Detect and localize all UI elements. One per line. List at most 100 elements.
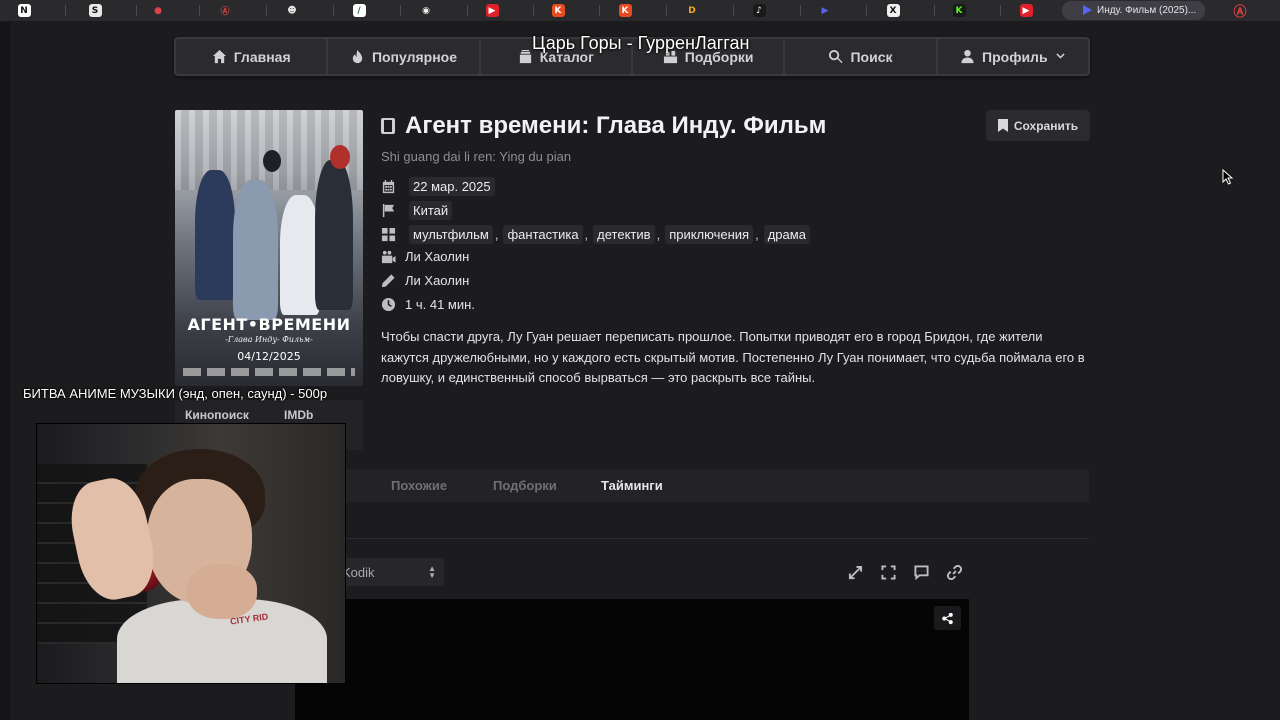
release-date-row: 22 мар. 2025 bbox=[381, 177, 495, 196]
fullscreen-button[interactable] bbox=[875, 559, 902, 586]
poster-figure bbox=[280, 195, 320, 315]
page-gutter bbox=[0, 22, 10, 720]
tab-separator bbox=[266, 5, 267, 16]
github-icon: ◉ bbox=[422, 5, 430, 16]
x-icon: X bbox=[886, 4, 900, 17]
genre-tag[interactable]: фантастика bbox=[503, 225, 583, 244]
camera-icon bbox=[381, 250, 396, 264]
browser-tab[interactable]: Ⓐ bbox=[1231, 2, 1249, 20]
youtube-icon-2: ▶ bbox=[1019, 4, 1033, 17]
browser-tab[interactable]: ▶ bbox=[816, 2, 834, 19]
tab-separator bbox=[400, 5, 401, 16]
kinopoisk-rating[interactable]: Кинопоиск bbox=[185, 408, 249, 422]
nav-profile[interactable]: Профиль bbox=[937, 39, 1088, 74]
comment-icon bbox=[914, 565, 929, 580]
tiktok-icon: ♪ bbox=[752, 4, 766, 17]
browser-tab[interactable]: ▶ bbox=[483, 2, 501, 19]
title-row: Агент времени: Глава Инду. Фильм bbox=[381, 112, 826, 140]
tab-separator bbox=[599, 5, 600, 16]
anarchy-icon: Ⓐ bbox=[220, 7, 230, 17]
tab-separator bbox=[65, 5, 66, 16]
select-arrows-icon: ▲ ▼ bbox=[428, 564, 436, 580]
mask-icon: ☻ bbox=[287, 5, 297, 16]
search-icon bbox=[829, 49, 843, 64]
nav-popular-label: Популярное bbox=[371, 48, 458, 65]
calendar-icon bbox=[382, 179, 395, 194]
nav-search-label: Поиск bbox=[850, 48, 893, 65]
tab-timings[interactable]: Тайминги bbox=[601, 478, 663, 493]
video-player[interactable] bbox=[295, 599, 969, 720]
genre-tag[interactable]: приключения bbox=[665, 225, 754, 244]
tab-separator bbox=[800, 5, 801, 16]
slash-icon: / bbox=[352, 4, 366, 17]
tab-separator bbox=[533, 5, 534, 16]
browser-tab[interactable]: K bbox=[616, 2, 634, 19]
director[interactable]: Ли Хаолин bbox=[405, 249, 469, 264]
original-title: Shi guang dai li ren: Ying du pian bbox=[381, 149, 572, 164]
copy-link-button[interactable] bbox=[941, 559, 968, 586]
comments-button[interactable] bbox=[908, 559, 935, 586]
browser-tab[interactable]: K bbox=[950, 2, 968, 19]
share-button[interactable] bbox=[934, 606, 961, 630]
tab-separator bbox=[733, 5, 734, 16]
save-button[interactable]: Сохранить bbox=[986, 110, 1090, 141]
kinopoisk-icon: K bbox=[551, 4, 565, 17]
grid-icon bbox=[381, 227, 396, 242]
content-tabs: н Похожие Подборки Тайминги bbox=[295, 469, 1089, 502]
browser-tab[interactable]: / bbox=[350, 2, 368, 19]
nav-home[interactable]: Главная bbox=[176, 39, 327, 74]
browser-tab[interactable]: ● bbox=[149, 2, 167, 19]
browser-tab[interactable]: X bbox=[884, 2, 902, 19]
release-date[interactable]: 22 мар. 2025 bbox=[409, 177, 495, 196]
expand-button[interactable] bbox=[842, 559, 869, 586]
tab-separator bbox=[467, 5, 468, 16]
poster-figure bbox=[263, 150, 281, 172]
tab-similar[interactable]: Похожие bbox=[391, 478, 447, 493]
page-title: Агент времени: Глава Инду. Фильм bbox=[405, 112, 827, 139]
browser-tab[interactable]: Ⓐ bbox=[216, 2, 234, 19]
bookmark-icon bbox=[997, 119, 1008, 132]
webcam-hand bbox=[187, 564, 257, 619]
pencil-icon bbox=[381, 274, 395, 288]
kinopoisk-icon-2: K bbox=[618, 4, 632, 17]
film-poster: АГЕНТ•ВРЕМЕНИ -Глава Инду- Фильм- 04/12/… bbox=[175, 110, 363, 386]
poster-figure bbox=[195, 170, 235, 300]
browser-tab[interactable]: N bbox=[15, 2, 33, 19]
active-tab-title: Инду. Фильм (2025)... bbox=[1097, 5, 1197, 16]
imdb-rating[interactable]: IMDb bbox=[284, 408, 313, 422]
youtube-icon: ▶ bbox=[485, 4, 499, 17]
tab-separator bbox=[333, 5, 334, 16]
browser-tab[interactable]: ▶ bbox=[1017, 2, 1035, 19]
anarchy-icon: Ⓐ bbox=[1233, 5, 1247, 20]
poster-logos bbox=[183, 368, 355, 376]
browser-tab[interactable]: ◉ bbox=[417, 2, 435, 19]
genres-row: мультфильм, фантастика, детектив, приклю… bbox=[381, 225, 810, 244]
fullscreen-icon bbox=[881, 565, 896, 580]
browser-tab[interactable]: S bbox=[86, 2, 104, 19]
play-icon: ▶ bbox=[821, 5, 829, 16]
tab-collections[interactable]: Подборки bbox=[493, 478, 557, 493]
webcam-overlay: CITY RID bbox=[36, 423, 346, 684]
duration: 1 ч. 41 мин. bbox=[405, 297, 475, 312]
browser-tab[interactable]: K bbox=[549, 2, 567, 19]
browser-tab[interactable]: ☻ bbox=[283, 2, 301, 19]
browser-tab[interactable]: D bbox=[683, 2, 701, 19]
mouse-cursor-icon bbox=[1222, 169, 1234, 185]
poster-figure bbox=[330, 145, 350, 169]
writer-row: Ли Хаолин bbox=[381, 273, 469, 288]
poster-subtitle: -Глава Инду- Фильм- bbox=[225, 335, 313, 344]
active-tab[interactable]: Инду. Фильм (2025)... bbox=[1062, 1, 1205, 20]
clock-icon bbox=[381, 297, 396, 312]
country-row: Китай bbox=[381, 201, 453, 220]
country[interactable]: Китай bbox=[409, 201, 453, 220]
play-icon bbox=[1083, 5, 1092, 15]
stream-goal-overlay: БИТВА АНИМЕ МУЗЫКИ (энд, опен, саунд) - … bbox=[23, 386, 328, 401]
tab-separator bbox=[199, 5, 200, 16]
nav-search[interactable]: Поиск bbox=[785, 39, 936, 74]
nav-popular[interactable]: Популярное bbox=[328, 39, 479, 74]
writer[interactable]: Ли Хаолин bbox=[405, 273, 469, 288]
browser-tab[interactable]: ♪ bbox=[750, 2, 768, 19]
genre-tag[interactable]: драма bbox=[763, 225, 810, 244]
genre-tag[interactable]: детектив bbox=[593, 225, 655, 244]
genre-tag[interactable]: мультфильм bbox=[409, 225, 493, 244]
